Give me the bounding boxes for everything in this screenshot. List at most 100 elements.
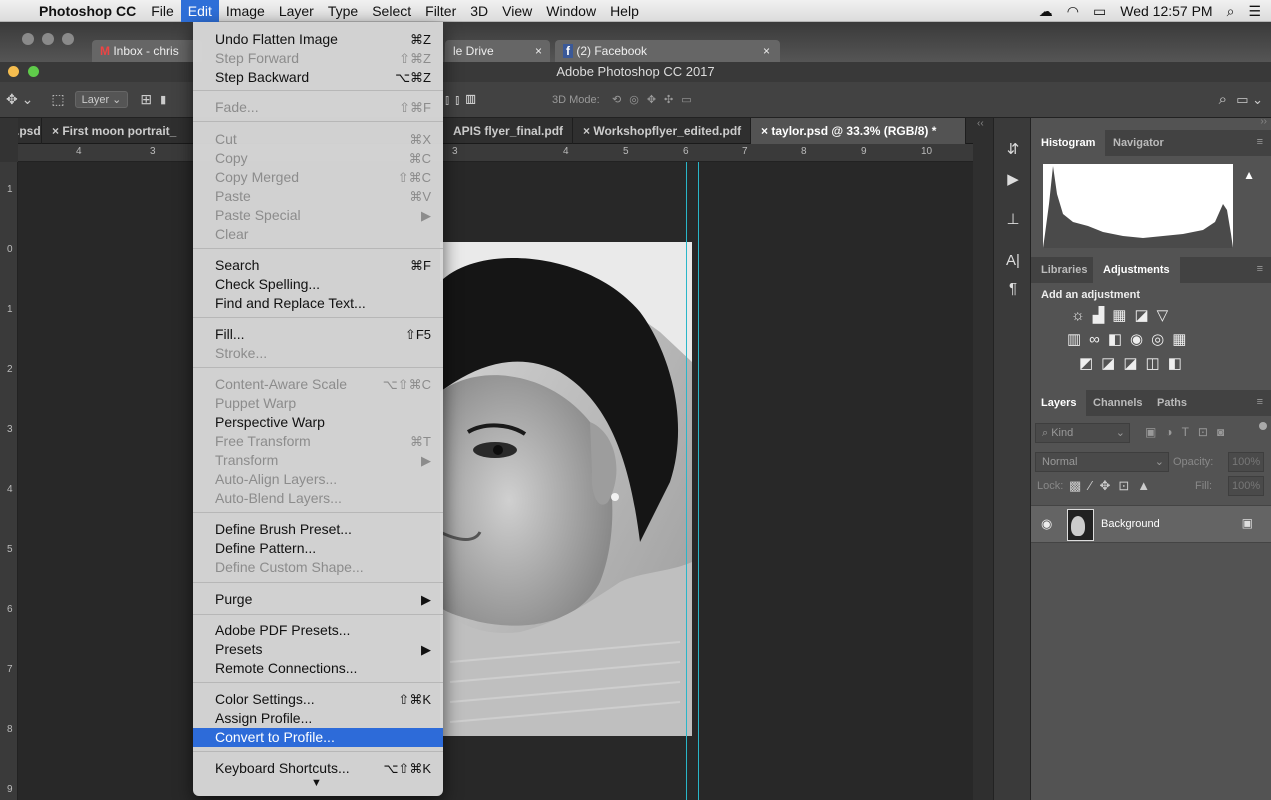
panel-menu-icon[interactable]: ≡ [1257,136,1263,148]
fill-field[interactable]: 100% [1228,476,1264,496]
guide-line[interactable] [698,162,699,800]
menu-type[interactable]: Type [321,0,365,22]
clock[interactable]: Wed 12:57 PM [1120,3,1212,19]
eye-visibility-icon[interactable]: ◉ [1041,516,1052,532]
browser-tab-drive[interactable]: le Drive × [445,40,550,62]
tab-channels[interactable]: Channels [1083,390,1153,416]
menu-item-fade[interactable]: Fade... ⇧⌘F [193,98,443,117]
browser-minimize-dot[interactable] [42,33,54,45]
paragraph-panel-icon[interactable]: ¶ [1003,280,1023,300]
menu-view[interactable]: View [495,0,539,22]
search-icon[interactable]: ⌕ [1219,91,1227,108]
transform-controls-icon[interactable]: ⊞ [140,91,152,108]
menu-scroll-down-arrow-icon[interactable]: ▼ [311,777,322,789]
move-tool-icon[interactable]: ✥ ⌄ [6,91,33,108]
filter-kind-dropdown[interactable]: ⌕ Kind ⌄ [1035,423,1130,443]
menu-item-cut[interactable]: Cut ⌘X [193,130,443,149]
notification-center-icon[interactable]: ☰ [1248,3,1261,20]
tab-layers[interactable]: Layers [1031,390,1087,416]
tab-adjustments[interactable]: Adjustments [1093,257,1180,283]
doc-tab[interactable]: APIS flyer_final.pdf [443,118,573,144]
menu-item-purge[interactable]: Purge ▶ [193,590,443,609]
menu-item-assign-profile[interactable]: Assign Profile... [193,709,443,728]
menu-item-adobe-pdf-presets[interactable]: Adobe PDF Presets... [193,621,443,640]
menu-item-fill[interactable]: Fill... ⇧F5 [193,325,443,344]
menu-item-check-spelling[interactable]: Check Spelling... [193,275,443,294]
tab-navigator[interactable]: Navigator [1103,130,1174,156]
layer-name[interactable]: Background [1101,518,1160,530]
doc-tab[interactable]: × First moon portrait_ [42,118,194,144]
menu-item-search[interactable]: Search ⌘F [193,256,443,275]
menu-item-transform[interactable]: Transform ▶ [193,451,443,470]
menu-file[interactable]: File [144,0,181,22]
menu-help[interactable]: Help [603,0,646,22]
close-icon[interactable]: × [52,124,62,138]
auto-select-icon[interactable]: ⬚ [51,91,64,108]
menu-window[interactable]: Window [539,0,603,22]
panel-menu-icon[interactable]: ≡ [1257,396,1263,408]
browser-close-dot[interactable] [22,33,34,45]
menu-item-define-custom-shape[interactable]: Define Custom Shape... [193,558,443,577]
3d-mode-icons[interactable]: ⟲◎✥✣▭ [612,93,700,106]
menu-item-step-forward[interactable]: Step Forward ⇧⌘Z [193,49,443,68]
workspace-icon[interactable]: ▭ ⌄ [1236,92,1263,108]
menu-item-puppet-warp[interactable]: Puppet Warp [193,394,443,413]
collapse-icon[interactable]: ‹‹ [977,118,984,129]
menu-select[interactable]: Select [365,0,418,22]
menu-item-step-backward[interactable]: Step Backward ⌥⌘Z [193,68,443,87]
wifi-icon[interactable]: ◠ [1067,3,1079,20]
portrait-photo[interactable] [440,242,692,736]
menu-item-paste-special[interactable]: Paste Special ▶ [193,206,443,225]
menu-item-paste[interactable]: Paste ⌘V [193,187,443,206]
close-icon[interactable]: × [761,124,771,138]
menu-item-copy-merged[interactable]: Copy Merged ⇧⌘C [193,168,443,187]
expand-icon[interactable]: ›› [1260,116,1267,127]
blend-mode-dropdown[interactable]: Normal ⌄ [1035,452,1169,472]
panel-menu-icon[interactable]: ≡ [1257,263,1263,275]
adjust-row-3[interactable]: ◩◪◪◫◧ [1079,352,1194,376]
menu-layer[interactable]: Layer [272,0,321,22]
distribute-icons[interactable]: ⫾⫾▥ [445,92,482,108]
battery-icon[interactable]: ▭ [1093,3,1106,20]
layer-lock-icon[interactable]: ▣ [1242,516,1253,530]
menu-item-auto-blend-layers[interactable]: Auto-Blend Layers... [193,489,443,508]
spotlight-search-icon[interactable]: ⌕ [1227,3,1235,20]
adjust-row-2[interactable]: ▥∞◧◉◎▦ [1067,328,1194,352]
menu-item-color-settings[interactable]: Color Settings... ⇧⌘K [193,690,443,709]
warning-icon[interactable]: ▲ [1243,168,1255,182]
menu-item-remote-connections[interactable]: Remote Connections... [193,659,443,678]
menu-filter[interactable]: Filter [418,0,463,22]
menu-image[interactable]: Image [219,0,272,22]
creative-cloud-icon[interactable]: ☁ [1039,3,1053,20]
menu-item-find-replace[interactable]: Find and Replace Text... [193,294,443,313]
tab-paths[interactable]: Paths [1147,390,1197,416]
tab-histogram[interactable]: Histogram [1031,130,1106,156]
menu-item-copy[interactable]: Copy ⌘C [193,149,443,168]
close-icon[interactable]: × [583,124,593,138]
close-icon[interactable]: × [535,40,542,62]
doc-tab[interactable]: × Workshopflyer_edited.pdf [573,118,751,144]
menu-item-define-pattern[interactable]: Define Pattern... [193,539,443,558]
lock-icons[interactable]: ▩⁄✥⊡▲ [1069,478,1158,494]
menu-edit[interactable]: Edit [180,0,219,22]
align-icon[interactable]: ▮ [160,93,166,106]
canvas-area[interactable] [18,162,973,800]
layer-row-background[interactable]: ◉ Background ▣ [1031,505,1271,543]
adjust-row-1[interactable]: ☼▟▦◪▽ [1071,304,1194,328]
close-icon[interactable]: × [763,40,770,62]
menu-item-stroke[interactable]: Stroke... [193,344,443,363]
history-panel-icon[interactable]: ⇵ [1003,140,1023,160]
browser-tab-facebook[interactable]: f (2) Facebook × [555,40,780,62]
menu-item-define-brush-preset[interactable]: Define Brush Preset... [193,520,443,539]
minimize-dot[interactable] [8,66,19,77]
menu-item-convert-to-profile[interactable]: Convert to Profile... [193,728,443,747]
menu-item-keyboard-shortcuts[interactable]: Keyboard Shortcuts... ⌥⇧⌘K [193,759,443,778]
zoom-dot[interactable] [28,66,39,77]
browser-tab-gmail[interactable]: M Inbox - chris [92,40,202,62]
menu-item-perspective-warp[interactable]: Perspective Warp [193,413,443,432]
menu-item-clear[interactable]: Clear [193,225,443,244]
layer-select-dropdown[interactable]: Layer ⌄ [74,91,129,108]
opacity-field[interactable]: 100% [1228,452,1264,472]
clone-source-icon[interactable]: ⊥ [1003,210,1023,230]
menu-item-content-aware-scale[interactable]: Content-Aware Scale ⌥⇧⌘C [193,375,443,394]
